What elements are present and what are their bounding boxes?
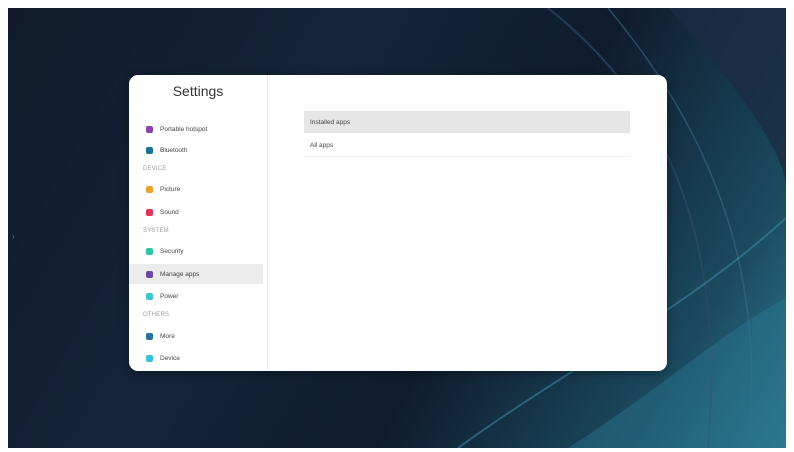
manage-apps-icon (146, 270, 153, 278)
sound-icon (146, 208, 153, 216)
security-icon (146, 247, 153, 255)
sidebar-item-label: Portable hotspot (160, 125, 208, 133)
sidebar-item-label: Device (160, 354, 180, 362)
manage-apps-panel: Installed apps All apps (267, 75, 667, 371)
sidebar-item-label: Power (160, 292, 179, 300)
section-header-others: OTHERS (143, 312, 170, 318)
installed-apps-option[interactable]: Installed apps (304, 111, 630, 133)
sidebar-item-label: Picture (160, 185, 181, 193)
sidebar-item-security[interactable]: Security (129, 241, 263, 261)
hotspot-icon (146, 125, 153, 133)
page-title: Settings (172, 83, 224, 99)
bluetooth-icon (146, 146, 153, 154)
settings-window: Settings Portable hotspot Bluetooth DEVI… (129, 75, 667, 371)
sidebar-item-picture[interactable]: Picture (129, 179, 263, 199)
sidebar-item-device[interactable]: Device (129, 348, 263, 368)
sidebar-item-sound[interactable]: Sound (129, 202, 263, 222)
sidebar-item-more[interactable]: More (129, 326, 263, 346)
more-icon (146, 332, 153, 340)
section-header-device: DEVICE (143, 166, 167, 172)
sidebar-item-label: Sound (160, 208, 179, 216)
power-icon (146, 292, 153, 300)
sidebar-item-bluetooth[interactable]: Bluetooth (129, 140, 263, 160)
settings-sidebar: Settings Portable hotspot Bluetooth DEVI… (129, 75, 268, 371)
all-apps-option[interactable]: All apps (304, 135, 630, 157)
device-icon (146, 354, 153, 362)
sidebar-item-label: Bluetooth (160, 146, 188, 154)
edge-arrow-icon[interactable]: › (12, 232, 18, 242)
picture-icon (146, 185, 153, 193)
section-header-system: SYSTEM (143, 228, 169, 234)
sidebar-item-label: More (160, 332, 175, 340)
sidebar-item-portable-hotspot[interactable]: Portable hotspot (129, 119, 263, 139)
sidebar-item-power[interactable]: Power (129, 286, 263, 306)
sidebar-item-manage-apps[interactable]: Manage apps (129, 264, 263, 284)
sidebar-item-label: Manage apps (160, 270, 200, 278)
sidebar-item-label: Security (160, 247, 184, 255)
